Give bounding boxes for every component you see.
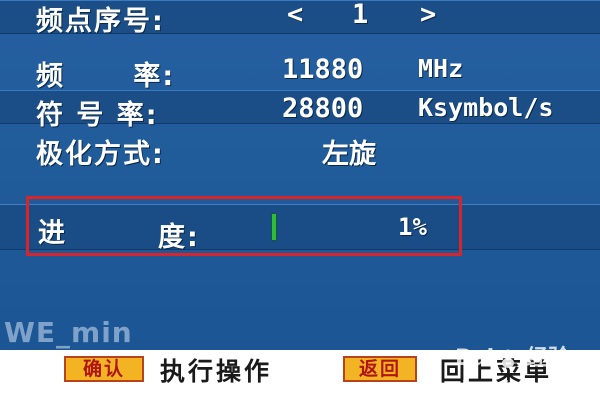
channel-prev-arrow[interactable]: < (287, 0, 303, 30)
symbol-rate-value: 28800 (282, 93, 364, 124)
baidu-site: jingyan.baidu.com (462, 378, 564, 391)
tv-settings-screen: 频点序号: < 1 > 频 率: 11880 MHz 符 号 率: 28800 … (0, 0, 600, 400)
symbol-rate-row: 符 号 率: 28800 Ksymbol/s (0, 90, 600, 131)
confirm-key-button[interactable]: 确认 (64, 356, 144, 382)
symbol-rate-unit: Ksymbol/s (418, 93, 554, 122)
baidu-brand: Bai (455, 346, 495, 371)
paw-icon (499, 349, 517, 368)
confirm-action-label: 执行操作 (160, 357, 273, 386)
channel-value: 1 (352, 0, 369, 30)
symbol-rate-label: 符 号 率: (36, 100, 159, 131)
polarization-value: 左旋 (322, 139, 376, 170)
baidu-jingyan: 经验 (526, 346, 571, 371)
channel-next-arrow[interactable]: > (420, 0, 436, 30)
progress-highlight-box (26, 196, 462, 256)
polarization-row: 极化方式: 左旋 (0, 130, 600, 170)
user-watermark: WE_min (4, 316, 133, 349)
channel-row[interactable]: 频点序号: < 1 > (0, 0, 600, 37)
back-key-button[interactable]: 返回 (343, 356, 417, 382)
channel-label: 频点序号: (36, 6, 165, 37)
frequency-label: 频 率: (36, 61, 176, 92)
baidu-watermark: Bai 经验 (455, 340, 570, 372)
frequency-value: 11880 (282, 54, 364, 85)
frequency-row: 频 率: 11880 MHz (0, 52, 600, 92)
frequency-unit: MHz (418, 54, 464, 83)
polarization-label: 极化方式: (36, 139, 165, 170)
